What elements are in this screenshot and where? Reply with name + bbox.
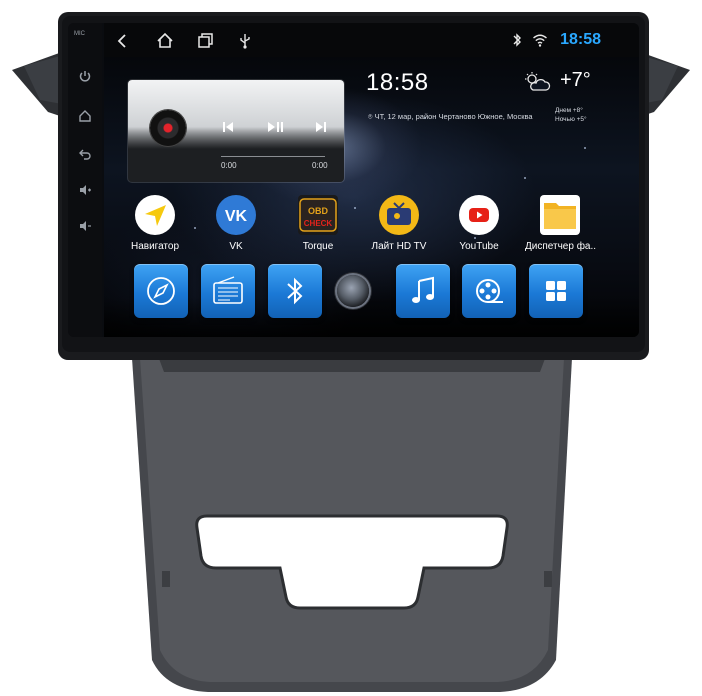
volume-up-icon[interactable]: [78, 183, 92, 197]
bluetooth-button[interactable]: [268, 264, 322, 318]
progress-track[interactable]: [221, 156, 325, 157]
side-back-icon[interactable]: [78, 147, 92, 161]
app-torque[interactable]: OBD CHECK Torque: [283, 195, 353, 252]
location-pin-icon: ⌾: [368, 112, 375, 121]
compass-icon: [147, 277, 175, 305]
home-icon[interactable]: [156, 32, 174, 50]
radio-button[interactable]: [201, 264, 255, 318]
usb-icon: [240, 34, 250, 49]
side-rail: MIC: [68, 23, 102, 337]
navigator-icon: [135, 195, 175, 235]
bluetooth-icon: [513, 33, 521, 47]
app-vk[interactable]: VK VK: [201, 195, 271, 252]
app-light-hd-tv[interactable]: Лайт HD TV: [364, 195, 434, 252]
disc-icon: [150, 110, 186, 146]
clock-time: 18:58: [366, 69, 429, 96]
youtube-icon: [459, 195, 499, 235]
volume-down-icon[interactable]: [78, 219, 92, 233]
apps-grid-button[interactable]: [529, 264, 583, 318]
night-temp: Ночью +5°: [555, 116, 587, 123]
app-file-manager[interactable]: Диспетчер фа..: [525, 195, 596, 252]
status-time: 18:58: [560, 31, 601, 48]
app-navigator[interactable]: Навигатор: [120, 195, 190, 252]
apps-grid-icon: [546, 281, 566, 301]
bluetooth-icon: [287, 277, 303, 305]
date-location: ⌾ ЧТ, 12 мар, район Чертаново Южное, Мос…: [368, 112, 533, 121]
dock: [128, 264, 608, 322]
total-time: 0:00: [312, 161, 328, 170]
media-player-widget[interactable]: 0:00 0:00: [128, 80, 344, 182]
wifi-icon: [533, 34, 547, 47]
side-home-icon[interactable]: [78, 109, 92, 123]
power-icon[interactable]: [78, 69, 92, 83]
compass-button[interactable]: [134, 264, 188, 318]
day-temp: Днем +8°: [555, 107, 583, 114]
next-icon[interactable]: [314, 120, 328, 134]
weather-cloud-sun-icon: [525, 72, 551, 91]
temperature: +7°: [560, 69, 591, 91]
svg-text:OBD: OBD: [308, 206, 329, 216]
recent-apps-icon[interactable]: [196, 32, 214, 50]
app-youtube[interactable]: YouTube: [444, 195, 514, 252]
head-unit-screen: MIC 18:58 0:00 0:00 18:58 ⌾ ЧТ, 12 мар, …: [68, 23, 639, 337]
music-button[interactable]: [396, 264, 450, 318]
mic-label: MIC: [74, 31, 85, 37]
video-reel-icon: [476, 279, 503, 303]
vk-icon: VK: [216, 195, 256, 235]
play-pause-icon[interactable]: [266, 120, 284, 134]
folder-icon: [540, 195, 580, 235]
home-button[interactable]: [337, 275, 369, 307]
svg-text:VK: VK: [225, 208, 248, 225]
video-button[interactable]: [462, 264, 516, 318]
music-icon: [412, 276, 434, 303]
radio-icon: [213, 276, 243, 304]
tv-icon: [379, 195, 419, 235]
back-icon[interactable]: [114, 32, 132, 50]
torque-obd-icon: OBD CHECK: [298, 195, 338, 235]
previous-icon[interactable]: [221, 120, 235, 134]
svg-text:CHECK: CHECK: [304, 219, 333, 228]
elapsed-time: 0:00: [221, 161, 237, 170]
status-bar: 18:58: [104, 23, 639, 57]
